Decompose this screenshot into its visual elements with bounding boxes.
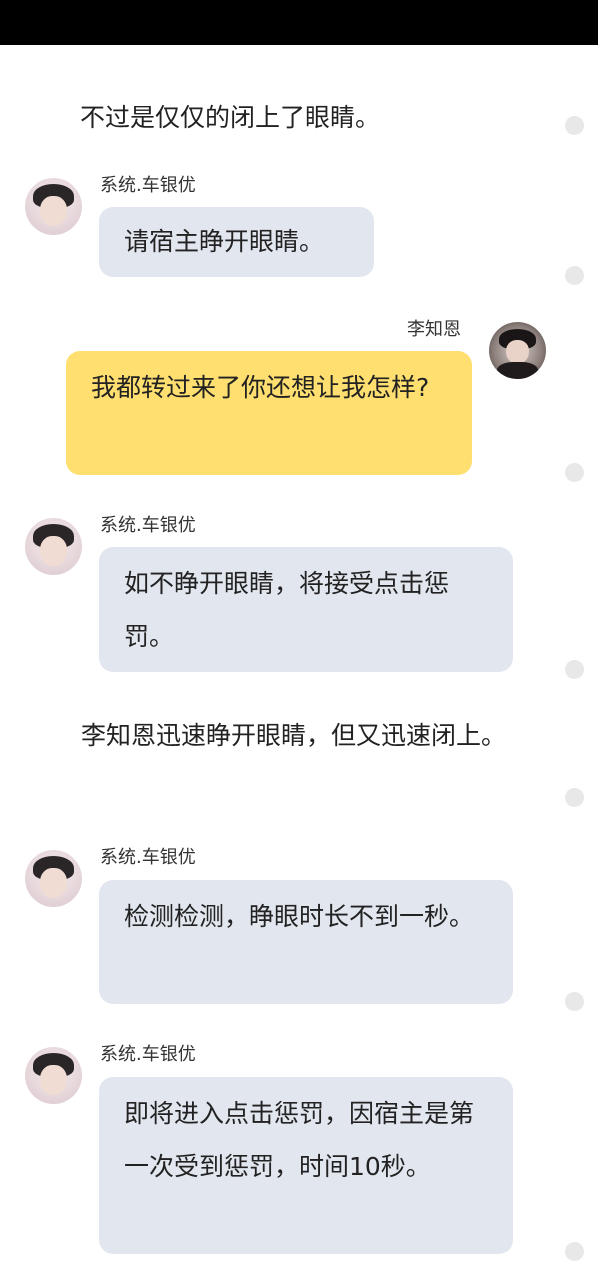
dark-portrait-avatar[interactable] (489, 322, 546, 379)
boy-portrait-avatar[interactable] (25, 178, 82, 235)
narration-text: 不过是仅仅的闭上了眼睛。 (80, 103, 381, 132)
paragraph-comment-dot[interactable] (565, 788, 584, 807)
message-bubble-system[interactable]: 请宿主睁开眼睛。 (99, 207, 374, 277)
status-bar (0, 0, 598, 45)
narration-text: 李知恩迅速睁开眼睛，但又迅速闭上。 (81, 721, 507, 750)
sender-name: 系统.车银优 (100, 847, 196, 868)
boy-portrait-avatar[interactable] (25, 518, 82, 575)
paragraph-comment-dot[interactable] (565, 660, 584, 679)
sender-name: 李知恩 (407, 319, 461, 340)
paragraph-comment-dot[interactable] (565, 992, 584, 1011)
story-chat-page: 不过是仅仅的闭上了眼睛。 系统.车银优 请宿主睁开眼睛。 李知恩 我都转过来了你… (0, 0, 598, 1280)
sender-name: 系统.车银优 (100, 515, 196, 536)
paragraph-comment-dot[interactable] (565, 1242, 584, 1261)
message-bubble-system[interactable]: 即将进入点击惩罚，因宿主是第一次受到惩罚，时间10秒。 (99, 1077, 513, 1254)
sender-name: 系统.车银优 (100, 175, 196, 196)
boy-portrait-avatar[interactable] (25, 850, 82, 907)
message-bubble-user[interactable]: 我都转过来了你还想让我怎样? (66, 351, 472, 475)
boy-portrait-avatar[interactable] (25, 1047, 82, 1104)
paragraph-comment-dot[interactable] (565, 266, 584, 285)
message-bubble-system[interactable]: 如不睁开眼睛，将接受点击惩罚。 (99, 547, 513, 672)
message-bubble-system[interactable]: 检测检测，睁眼时长不到一秒。 (99, 880, 513, 1004)
paragraph-comment-dot[interactable] (565, 463, 584, 482)
paragraph-comment-dot[interactable] (565, 116, 584, 135)
sender-name: 系统.车银优 (100, 1044, 196, 1065)
